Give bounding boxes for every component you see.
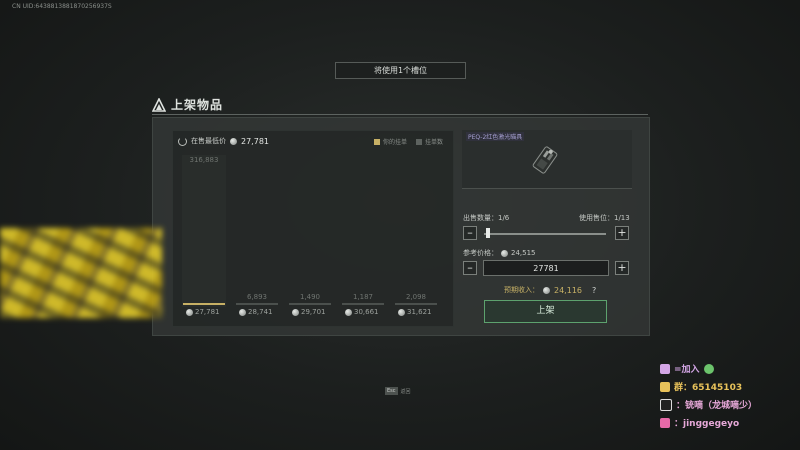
slots-used: 使用售位：1/13 [579, 213, 630, 223]
bar-count-label: 1,187 [352, 293, 374, 301]
sell-quantity-label: 出售数量： [463, 214, 498, 222]
bar-price-value: 29,701 [301, 308, 326, 316]
reference-price-value: 24,515 [511, 249, 536, 257]
reference-price: 参考价格： 24,515 [463, 248, 536, 258]
promo-join: =加入 [660, 362, 714, 375]
blurred-overlay-image [0, 228, 162, 318]
coin-icon [501, 249, 508, 257]
warning-triangle-icon [152, 97, 166, 112]
legend-label: 你的挂单 [383, 139, 408, 146]
legend-item-mine: 你的挂单 [374, 137, 407, 146]
qq-icon [660, 381, 670, 392]
bar-baseline [342, 303, 384, 305]
coin-icon [292, 308, 299, 316]
coin-icon [543, 286, 550, 294]
slot-usage-banner: 将使用1个槽位 [335, 62, 466, 79]
expected-income-value: 24,116 [554, 285, 582, 295]
title-divider [152, 114, 648, 115]
bar-column [394, 155, 438, 307]
price-input[interactable]: 27781 [483, 260, 609, 276]
sticker-icon [660, 363, 670, 374]
quantity-slider-handle[interactable] [486, 228, 490, 238]
bar-price-value: 28,741 [248, 308, 273, 316]
coin-icon [239, 308, 246, 316]
price-increase-button[interactable]: + [615, 261, 629, 275]
quantity-increase-button[interactable]: + [615, 226, 629, 240]
legend-swatch [416, 138, 422, 145]
bar-price-value: 30,661 [354, 308, 379, 316]
quantity-slider-track[interactable] [484, 233, 606, 235]
chart-header: 在售最低价 27,781 [178, 136, 269, 146]
list-item-button[interactable]: 上架 [484, 300, 607, 323]
coin-icon [186, 308, 193, 316]
esc-key-icon: Esc [385, 387, 398, 395]
bar-price-label[interactable]: 31,621 [398, 308, 432, 316]
slots-used-value: 1/13 [614, 214, 630, 222]
item-name: PEQ-2红色激光瞄具 [466, 132, 525, 141]
price-decrease-button[interactable]: – [463, 261, 477, 275]
bar-count-label: 6,893 [246, 293, 268, 301]
bar-baseline [236, 303, 278, 305]
esc-back-hint[interactable]: Esc 返回 [385, 387, 411, 395]
bar-price-value: 27,781 [195, 308, 220, 316]
bar-baseline [183, 303, 225, 305]
lowest-price-label: 在售最低价 [191, 137, 226, 145]
promo-text: =加入 [674, 365, 700, 375]
reference-price-label: 参考价格： [463, 249, 498, 257]
bar-price-label[interactable]: 30,661 [345, 308, 379, 316]
coin-icon [345, 308, 352, 316]
back-label: 返回 [400, 388, 411, 395]
bar-count-label: 2,098 [405, 293, 427, 301]
promo-text: ：jinggegeyo [674, 419, 740, 429]
slots-used-label: 使用售位： [579, 214, 614, 222]
legend-label: 挂单数 [425, 139, 444, 146]
bar-price-label[interactable]: 28,741 [239, 308, 273, 316]
lowest-price-value: 27,781 [241, 136, 269, 146]
bilibili-icon [660, 417, 670, 428]
bar-baseline [395, 303, 437, 305]
wechat-icon [703, 363, 714, 374]
sell-quantity-value: 1/6 [498, 214, 510, 222]
bar-count-label: 1,490 [299, 293, 321, 301]
quantity-decrease-button[interactable]: – [463, 226, 477, 240]
tiktok-icon [660, 398, 672, 411]
bar-price-value: 31,621 [407, 308, 432, 316]
promo-text: 群：65145103 [674, 383, 743, 393]
laser-sight-item-icon [532, 146, 558, 174]
section-header: 上架物品 [152, 96, 223, 113]
bar-column [235, 155, 279, 307]
bar-price-label[interactable]: 29,701 [292, 308, 326, 316]
coin-icon [230, 137, 237, 145]
legend-item-count: 挂单数 [416, 137, 443, 146]
legend-swatch [374, 138, 380, 145]
coin-icon [398, 308, 405, 316]
bar-column [341, 155, 385, 307]
uid-label: CN UID:6438813881870256937S [12, 3, 112, 10]
bar-column [182, 155, 226, 307]
refresh-icon[interactable] [178, 136, 187, 146]
bar-price-label[interactable]: 27,781 [186, 308, 220, 316]
promo-douyin: ：铳嘀（龙城嘀少） [660, 398, 757, 411]
sell-quantity: 出售数量：1/6 [463, 213, 509, 223]
bar-baseline [289, 303, 331, 305]
bar-count-label: 316,883 [189, 156, 219, 164]
bar-column [288, 155, 332, 307]
promo-bilibili: ：jinggegeyo [660, 416, 739, 429]
expected-income-label: 预期收入： [504, 286, 539, 294]
promo-text: ：铳嘀（龙城嘀少） [676, 401, 758, 411]
page-title: 上架物品 [171, 98, 224, 112]
expected-income: 预期收入： 24,116 ? [504, 285, 596, 295]
help-icon[interactable]: ? [592, 286, 596, 295]
promo-group: 群：65145103 [660, 380, 742, 393]
